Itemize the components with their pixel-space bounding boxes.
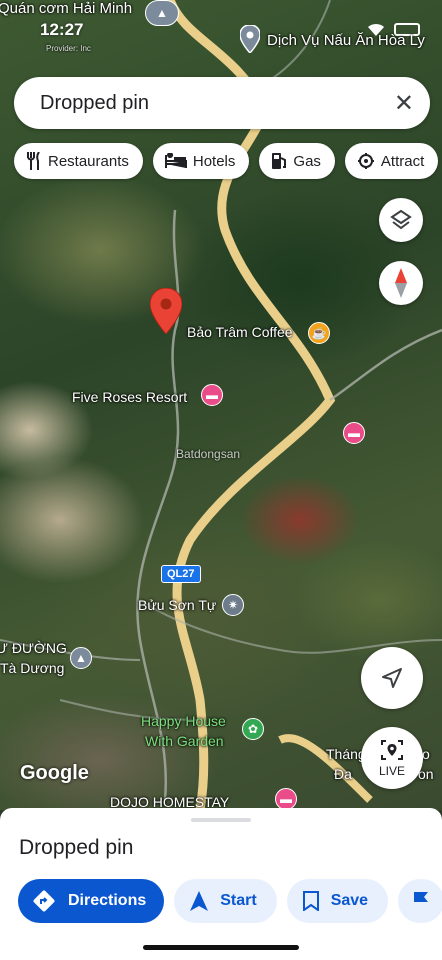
park-flower-icon[interactable]: ✿ [242,718,264,740]
map-label-right-3[interactable]: o [422,746,430,762]
place-marker-icon[interactable] [240,25,260,53]
label-button[interactable] [398,879,442,923]
chip-label: Attract [380,152,425,170]
chip-gas[interactable]: Gas [259,143,335,179]
compass-icon [395,268,407,298]
watermark: Batdongsan [176,447,241,461]
place-bottom-sheet[interactable]: Dropped pin Directions Start Save [0,808,442,960]
start-button[interactable]: Start [174,879,277,923]
save-label: Save [330,892,369,909]
search-bar[interactable]: Dropped pin ✕ [14,77,430,129]
restaurant-thumbnail-icon[interactable]: ▲ [145,0,179,26]
map-label-left-2[interactable]: Tà Dương [0,660,64,676]
directions-button[interactable]: Directions [18,879,165,923]
provider-credit: Provider: Inc [46,44,91,53]
live-label: LIVE [378,764,405,778]
chip-label: Hotels [192,152,236,170]
map-label-happy-house-1[interactable]: Happy House [141,713,226,729]
layers-icon [390,209,412,230]
directions-icon [33,890,55,912]
map-label-right-1[interactable]: Tháng [326,746,366,762]
directions-label: Directions [68,892,147,909]
compass-button[interactable] [379,261,423,305]
hotel-icon[interactable]: ▬ [275,788,297,810]
chip-hotels[interactable]: Hotels [152,143,250,179]
hotel-icon[interactable]: ▬ [343,422,365,444]
chip-label: Gas [293,152,321,170]
hotel-icon[interactable]: ▬ [201,384,223,406]
fork-knife-icon [27,152,40,170]
map-label-quan-com[interactable]: Quán cơm Hải Minh [0,0,132,17]
search-query[interactable]: Dropped pin [40,92,394,115]
place-title: Dropped pin [19,836,134,859]
park-mountain-icon[interactable]: ▲ [70,647,92,669]
close-icon[interactable]: ✕ [394,89,414,118]
map-label-right-2[interactable]: Đa [334,766,352,782]
my-location-button[interactable] [361,647,423,709]
flag-icon [414,892,429,911]
cafe-icon[interactable]: ☕ [308,322,330,344]
temple-icon[interactable]: ✷ [222,594,244,616]
category-chips: Restaurants Hotels Gas Attract [14,143,439,179]
map-label-buu-son-tu[interactable]: Bửu Sơn Tự [138,597,216,613]
live-view-button[interactable]: LIVE [361,727,423,789]
bookmark-icon [302,891,319,911]
location-arrow-icon [382,668,402,688]
google-logo: Google [20,762,89,784]
status-time: 12:27 [40,20,84,39]
dropped-pin-marker[interactable] [150,288,182,334]
action-buttons: Directions Start Save [18,879,442,923]
map-label-five-roses-resort[interactable]: Five Roses Resort [72,389,187,405]
chip-restaurants[interactable]: Restaurants [14,143,143,179]
home-indicator[interactable] [143,945,299,950]
chip-attractions[interactable]: Attract [344,143,439,179]
gas-pump-icon [272,153,287,169]
map-label-happy-house-2[interactable]: With Garden [145,733,224,749]
layers-button[interactable] [379,198,423,242]
attraction-icon [357,153,374,169]
chip-label: Restaurants [48,152,129,170]
map-label-left-1[interactable]: Ư ĐƯỜNG [0,640,67,656]
satellite-map[interactable]: 12:27 Quán cơm Hải Minh ▲ Dịch Vụ Nấu Ăn… [0,0,442,810]
road-shield-ql27: QL27 [161,565,201,583]
save-button[interactable]: Save [286,879,389,923]
navigation-arrow-icon [190,891,209,911]
live-view-icon [381,740,403,760]
start-label: Start [220,892,257,909]
map-label-dich-vu[interactable]: Dịch Vụ Nấu Ăn Hòa Ly [267,32,425,49]
map-label-bao-tram-coffee[interactable]: Bảo Trâm Coffee [187,324,293,340]
bed-icon [164,153,187,168]
drag-handle[interactable] [191,818,251,822]
